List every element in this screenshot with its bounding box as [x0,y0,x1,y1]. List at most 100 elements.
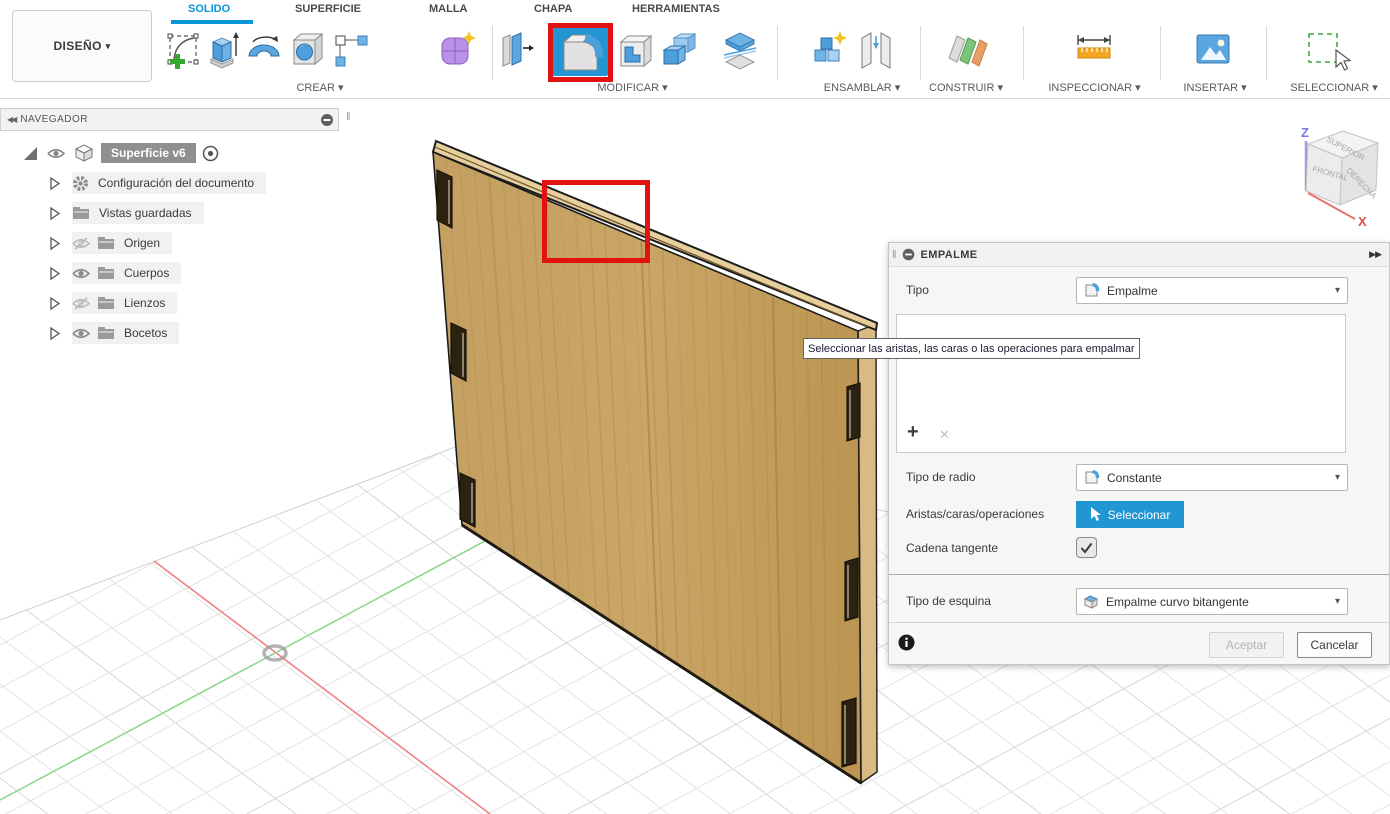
create-form-icon[interactable] [438,28,478,72]
folder-icon [98,327,114,339]
expand-closed-icon[interactable] [48,296,62,311]
shell-icon[interactable] [614,28,654,72]
tangent-chain-label: Cadena tangente [906,541,999,555]
eye-hidden-icon[interactable] [72,236,90,250]
navigator-row-cuerpos[interactable]: Cuerpos [48,262,182,284]
extrude-icon[interactable] [204,28,240,72]
selection-list-box[interactable]: + ✕ [896,314,1346,453]
new-component-icon[interactable] [810,28,852,72]
expand-closed-icon[interactable] [48,236,62,251]
expand-closed-icon[interactable] [48,176,62,191]
fillet-dialog: ‖ EMPALME ▶▶ Tipo Empalme ▾ + ✕ Tipo de … [888,242,1390,665]
hole-icon[interactable] [288,28,328,72]
design-button-label: DISEÑO [53,39,102,53]
toolbar-fillet-highlight-box [548,23,613,82]
navigator-row-bocetos[interactable]: Bocetos [48,322,180,344]
tree-item-label[interactable]: Origen [124,236,160,250]
folder-icon [73,207,89,219]
cursor-icon [1090,507,1101,521]
gear-icon [73,175,88,191]
expand-closed-icon[interactable] [48,266,62,281]
tree-item-label[interactable]: Vistas guardadas [99,206,192,220]
navigator-title: NAVEGADOR [20,114,88,125]
eye-visible-icon[interactable] [72,267,90,280]
dialog-header[interactable]: ‖ EMPALME ▶▶ [889,243,1389,267]
select-tool-icon[interactable] [1303,28,1355,76]
group-label-inspeccionar[interactable]: INSPECCIONAR ▾ [1037,81,1152,94]
eye-hidden-icon[interactable] [72,296,90,310]
accept-button[interactable]: Aceptar [1209,632,1284,658]
construct-plane-icon[interactable] [945,28,991,72]
tab-solido[interactable]: SOLIDO [188,3,230,15]
add-selection-icon[interactable]: + [907,421,919,444]
revolve-icon[interactable] [244,28,284,72]
press-pull-icon[interactable] [498,28,538,72]
group-label-seleccionar[interactable]: SELECCIONAR ▾ [1280,81,1388,94]
tab-herramientas[interactable]: HERRAMIENTAS [632,3,720,15]
tree-item-label[interactable]: Cuerpos [124,266,169,280]
expand-closed-icon[interactable] [48,206,62,221]
cancel-button[interactable]: Cancelar [1297,632,1372,658]
combine-icon[interactable] [658,28,700,72]
dialog-expand-icon[interactable]: ▶▶ [1369,249,1382,260]
folder-icon [98,237,114,249]
navigator-row-origen[interactable]: Origen [48,232,173,254]
tangent-chain-checkbox[interactable] [1076,537,1097,558]
navigator-drag-grip[interactable]: ‖ [346,111,351,123]
chevron-down-icon: ▾ [1334,596,1340,607]
tree-item-label[interactable]: Lienzos [124,296,165,310]
expand-open-icon[interactable] [22,145,39,162]
navigator-minimize-icon[interactable] [320,113,334,127]
chevron-down-icon: ▾ [1334,285,1340,296]
clear-selection-icon[interactable]: ✕ [939,427,950,443]
info-icon[interactable] [898,634,915,651]
dialog-collapse-icon[interactable] [902,248,915,261]
view-cube[interactable]: Z SUPERIOR FRONTAL DERECHA X [1280,105,1390,235]
activate-component-icon[interactable] [202,145,219,162]
eye-visible-icon[interactable] [72,327,90,340]
create-sketch-icon[interactable] [166,28,202,72]
check-icon [1080,542,1093,554]
tab-superficie[interactable]: SUPERFICIE [295,3,361,15]
navigator-row-doc-settings[interactable]: Configuración del documento [48,172,267,194]
navigator-row-lienzos[interactable]: Lienzos [48,292,178,314]
selection-tooltip: Seleccionar las aristas, las caras o las… [803,338,1140,359]
navigator-row-saved-views[interactable]: Vistas guardadas [48,202,204,224]
root-component-label[interactable]: Superficie v6 [101,143,196,163]
y-axis [0,532,501,801]
fillet-type-icon [1085,282,1100,297]
joint-icon[interactable] [856,28,898,72]
tree-item-label[interactable]: Configuración del documento [98,176,254,190]
dialog-title: EMPALME [920,248,978,261]
chevron-down-icon: ▾ [1334,472,1340,483]
active-tab-underline [171,20,253,24]
group-label-crear[interactable]: CREAR ▾ [280,81,360,94]
tipo-dropdown[interactable]: Empalme ▾ [1076,277,1348,304]
navigator-collapse-icon[interactable]: ◀◀ [7,115,17,124]
design-dropdown-button[interactable]: DISEÑO ▾ [12,10,152,82]
fusion360-window: Z SUPERIOR FRONTAL DERECHA X DISEÑO ▾ SO… [0,0,1390,814]
group-label-ensamblar[interactable]: ENSAMBLAR ▾ [812,81,912,94]
measure-icon[interactable] [1072,28,1116,72]
group-label-modificar[interactable]: MODIFICAR ▾ [585,81,680,94]
split-body-icon[interactable] [720,28,762,72]
eye-visible-icon[interactable] [47,147,65,160]
navigator-root-row[interactable]: Superficie v6 [22,142,219,164]
radio-type-label: Tipo de radio [906,470,976,484]
dialog-drag-grip[interactable]: ‖ [892,249,897,261]
select-edges-button[interactable]: Seleccionar [1076,501,1184,528]
tab-chapa[interactable]: CHAPA [534,3,572,15]
main-toolbar: DISEÑO ▾ SOLIDO SUPERFICIE MALLA CHAPA H… [0,0,1390,99]
tree-item-label[interactable]: Bocetos [124,326,167,340]
group-label-construir[interactable]: CONSTRUIR ▾ [917,81,1015,94]
viewcube-x-label: X [1358,214,1367,229]
rectangular-pattern-icon[interactable] [332,28,372,72]
radio-type-dropdown[interactable]: Constante ▾ [1076,464,1348,491]
navigator-header[interactable]: ◀◀ NAVEGADOR [0,108,339,131]
constant-radius-icon [1085,469,1100,484]
expand-closed-icon[interactable] [48,326,62,341]
group-label-insertar[interactable]: INSERTAR ▾ [1175,81,1255,94]
tab-malla[interactable]: MALLA [429,3,468,15]
insert-image-icon[interactable] [1193,28,1235,72]
corner-type-dropdown[interactable]: Empalme curvo bitangente ▾ [1076,588,1348,615]
